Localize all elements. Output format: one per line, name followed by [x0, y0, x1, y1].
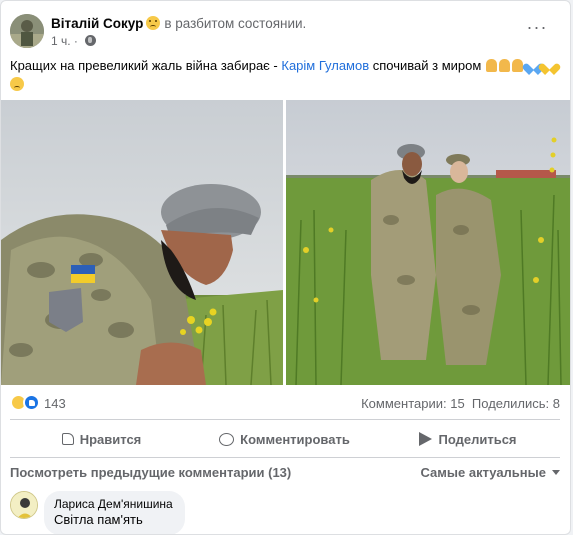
like-label: Нравится	[79, 431, 142, 447]
disappointed-face-icon	[10, 77, 24, 91]
share-arrow-icon	[419, 432, 433, 446]
reaction-icons[interactable]	[10, 394, 44, 412]
comment-bubble-icon	[219, 432, 235, 446]
post-header: Віталій Сокур в разбитом состоянии. 1 ч. …	[10, 12, 565, 52]
post-actions: Нравится Комментировать Поделиться	[10, 425, 560, 453]
view-previous-comments-link[interactable]: Посмотреть предыдущие комментарии (13)	[10, 465, 291, 480]
shares-count[interactable]: Поделились: 8	[472, 396, 560, 411]
chevron-down-icon	[552, 470, 560, 475]
mention-link[interactable]: Карім Гуламов	[281, 58, 369, 73]
author-name[interactable]: Віталій Сокур	[51, 16, 143, 31]
feeling-text: в разбитом состоянии.	[164, 16, 307, 31]
photo-soldier-with-flowers[interactable]	[1, 100, 283, 385]
yellow-heart-icon	[543, 59, 556, 71]
sort-label: Самые актуальные	[420, 465, 547, 480]
disappointed-face-icon	[146, 16, 161, 30]
post-text: Кращих на превеликий жаль війна забирає …	[10, 56, 565, 94]
commenter-avatar[interactable]	[10, 491, 38, 519]
comment-author[interactable]: Лариса Дем'янишина	[54, 497, 173, 512]
comments-shares-counts: Комментарии: 15 Поделились: 8	[361, 396, 560, 411]
reactions-count[interactable]: 143	[44, 396, 66, 411]
divider	[10, 419, 560, 420]
like-reaction-icon	[23, 394, 40, 411]
post-text-before: Кращих на превеликий жаль війна забирає …	[10, 58, 282, 73]
post-meta: 1 ч. ·	[51, 34, 97, 48]
more-dots-icon[interactable]: ···	[523, 18, 551, 42]
comment-button[interactable]: Комментировать	[193, 425, 376, 453]
comment-sort-dropdown[interactable]: Самые актуальные	[420, 465, 560, 480]
post-text-after: спочивай з миром	[369, 58, 482, 73]
globe-icon	[85, 35, 97, 46]
praying-hands-icon	[498, 59, 510, 72]
author-line: Віталій Сокур в разбитом состоянии.	[51, 16, 306, 31]
photo-two-soldiers-in-field[interactable]	[286, 100, 570, 385]
share-label: Поделиться	[438, 431, 517, 447]
comment-text: Світла пам'ять	[54, 512, 143, 527]
post-card: Віталій Сокур в разбитом состоянии. 1 ч. …	[0, 0, 571, 535]
divider	[10, 457, 560, 458]
author-avatar[interactable]	[10, 14, 44, 48]
thumbs-up-icon	[61, 433, 74, 445]
comment-label: Комментировать	[240, 431, 350, 447]
photo-grid	[1, 100, 570, 385]
praying-hands-icon	[485, 59, 497, 72]
post-time[interactable]: 1 ч.	[51, 34, 71, 48]
reaction-stats: 143 Комментарии: 15 Поделились: 8	[10, 392, 560, 414]
comments-count[interactable]: Комментарии: 15	[361, 396, 465, 411]
share-button[interactable]: Поделиться	[376, 425, 560, 453]
praying-hands-icon	[511, 59, 523, 72]
comment-bubble: Лариса Дем'янишина Світла пам'ять	[44, 491, 185, 534]
comments-header: Посмотреть предыдущие комментарии (13) С…	[10, 465, 560, 483]
comment-item: Лариса Дем'янишина Світла пам'ять	[10, 491, 560, 534]
like-button[interactable]: Нравится	[10, 425, 193, 453]
